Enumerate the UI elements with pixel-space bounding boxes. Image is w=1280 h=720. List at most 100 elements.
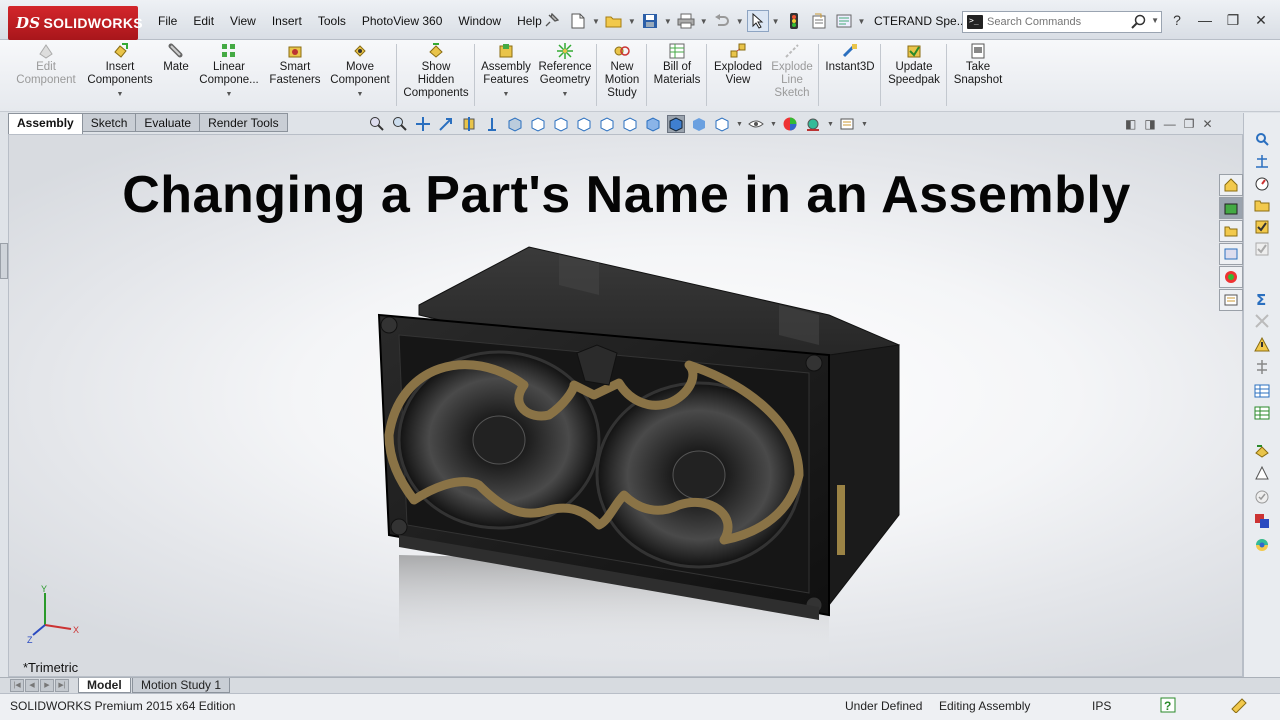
linear-component-pattern-button[interactable]: Linear Compone... ▼ [196, 42, 262, 108]
alignment-icon[interactable] [1252, 357, 1272, 377]
chevron-down-icon[interactable]: ▼ [861, 121, 868, 128]
zoom-to-area-icon[interactable] [391, 115, 409, 133]
rebuild-status-icon[interactable] [1230, 697, 1248, 716]
chevron-down-icon[interactable]: ▼ [562, 88, 569, 101]
appearance-ball-icon[interactable] [1252, 535, 1272, 555]
menu-view[interactable]: View [222, 12, 264, 30]
shaded-icon[interactable] [690, 115, 708, 133]
view-cube-back-icon[interactable] [529, 115, 547, 133]
menu-help[interactable]: Help [509, 12, 550, 30]
chevron-down-icon[interactable]: ▼ [770, 121, 777, 128]
view-cube-bottom-icon[interactable] [621, 115, 639, 133]
new-motion-study-button[interactable]: New Motion Study [600, 42, 644, 108]
display-style-icon[interactable] [713, 115, 731, 133]
chevron-down-icon[interactable]: ▼ [592, 17, 600, 26]
new-document-icon[interactable] [567, 10, 589, 32]
help-question-icon[interactable]: ? [1160, 697, 1176, 716]
explode-line-sketch-button[interactable]: Explode Line Sketch [768, 42, 816, 108]
menu-window[interactable]: Window [450, 12, 509, 30]
view-cube-left-icon[interactable] [552, 115, 570, 133]
pan-icon[interactable] [414, 115, 432, 133]
move-component-button[interactable]: Move Component ▼ [326, 42, 394, 108]
minimize-icon[interactable]: — [1196, 12, 1214, 29]
edit-appearance-icon[interactable] [781, 115, 799, 133]
interference-icon[interactable] [1252, 311, 1272, 331]
speaker-assembly-model[interactable] [359, 235, 919, 675]
select-pointer-icon[interactable] [746, 10, 769, 32]
search-commands-box[interactable]: ▼ [962, 11, 1162, 33]
zoom-to-fit-icon[interactable] [368, 115, 386, 133]
view-cube-right-icon[interactable] [575, 115, 593, 133]
menu-photoview[interactable]: PhotoView 360 [354, 12, 451, 30]
search-input[interactable] [987, 16, 1127, 28]
search-icon[interactable] [1131, 14, 1147, 30]
exploded-view-button[interactable]: Exploded View [710, 42, 766, 108]
chevron-down-icon[interactable]: ▼ [357, 88, 364, 101]
apply-scene-icon[interactable] [804, 115, 822, 133]
file-explorer-icon[interactable] [1219, 220, 1243, 242]
chevron-down-icon[interactable]: ▼ [772, 17, 780, 26]
show-hidden-components-button[interactable]: Show Hidden Components [400, 42, 472, 108]
color-swatch-icon[interactable] [1252, 511, 1272, 531]
reference-geometry-button[interactable]: Reference Geometry ▼ [536, 42, 594, 108]
options-icon[interactable] [833, 10, 855, 32]
view-cube-front-icon[interactable] [506, 115, 524, 133]
hide-show-items-icon[interactable] [747, 115, 765, 133]
last-tab-icon[interactable]: ▶| [55, 679, 69, 692]
first-tab-icon[interactable]: |◀ [10, 679, 24, 692]
chevron-down-icon[interactable]: ▼ [628, 17, 636, 26]
sum-icon[interactable]: Σ [1252, 289, 1272, 309]
checkbox-icon[interactable] [1252, 217, 1272, 237]
chevron-down-icon[interactable]: ▼ [827, 121, 834, 128]
take-snapshot-button[interactable]: Take Snapshot [950, 42, 1006, 108]
table-icon[interactable] [1252, 381, 1272, 401]
check-disabled-icon[interactable] [1252, 239, 1272, 259]
assembly-features-button[interactable]: Assembly Features ▼ [478, 42, 534, 108]
split-view-right-icon[interactable]: ◨ [1144, 117, 1155, 131]
chevron-down-icon[interactable]: ▼ [117, 88, 124, 101]
close-document-icon[interactable]: ✕ [1202, 117, 1212, 131]
mass-properties-icon[interactable] [1252, 151, 1272, 171]
design-library-icon[interactable] [1219, 197, 1243, 219]
isometric-view-icon[interactable] [644, 115, 662, 133]
pin-menu-icon[interactable] [545, 13, 559, 27]
edit-component-button[interactable]: Edit Component [12, 42, 80, 108]
minimize-document-icon[interactable]: — [1164, 117, 1176, 131]
restore-document-icon[interactable]: ❐ [1184, 117, 1195, 131]
rebuild-traffic-light-icon[interactable] [783, 10, 805, 32]
menu-file[interactable]: File [150, 12, 185, 30]
performance-evaluation-icon[interactable] [1252, 173, 1272, 193]
home-icon[interactable] [1219, 174, 1243, 196]
instant3d-button[interactable]: Instant3D [822, 42, 878, 108]
solidworks-logo[interactable]: DS SOLIDWORKS [8, 6, 143, 40]
restore-icon[interactable]: ❐ [1224, 12, 1242, 29]
previous-view-icon[interactable] [437, 115, 455, 133]
chevron-down-icon[interactable]: ▼ [1151, 16, 1159, 25]
menu-tools[interactable]: Tools [310, 12, 354, 30]
feature-manager-collapse-handle[interactable] [0, 243, 8, 279]
menu-insert[interactable]: Insert [264, 12, 310, 30]
help-icon[interactable]: ? [1168, 12, 1186, 29]
shaded-with-edges-icon[interactable] [667, 115, 685, 133]
open-folder-icon[interactable] [603, 10, 625, 32]
view-cube-top-icon[interactable] [598, 115, 616, 133]
next-tab-icon[interactable]: ▶ [40, 679, 54, 692]
measure-icon[interactable] [1252, 129, 1272, 149]
print-icon[interactable] [675, 10, 697, 32]
section-view-icon[interactable] [460, 115, 478, 133]
menu-edit[interactable]: Edit [185, 12, 222, 30]
view-palette-icon[interactable] [1219, 243, 1243, 265]
pattern-icon[interactable] [1252, 463, 1272, 483]
file-properties-icon[interactable] [808, 10, 830, 32]
mate-button[interactable]: Mate [158, 42, 194, 108]
graphics-area[interactable]: Changing a Part's Name in an Assembly Y … [8, 134, 1243, 677]
dynamic-annotation-icon[interactable] [483, 115, 501, 133]
chevron-down-icon[interactable]: ▼ [700, 17, 708, 26]
chevron-down-icon[interactable]: ▼ [664, 17, 672, 26]
warning-icon[interactable] [1252, 335, 1272, 355]
tab-model[interactable]: Model [78, 678, 131, 693]
update-speedpak-button[interactable]: Update Speedpak [884, 42, 944, 108]
tab-motion-study-1[interactable]: Motion Study 1 [132, 678, 231, 693]
insert-components-button[interactable]: Insert Components ▼ [84, 42, 156, 108]
chevron-down-icon[interactable]: ▼ [858, 17, 866, 26]
